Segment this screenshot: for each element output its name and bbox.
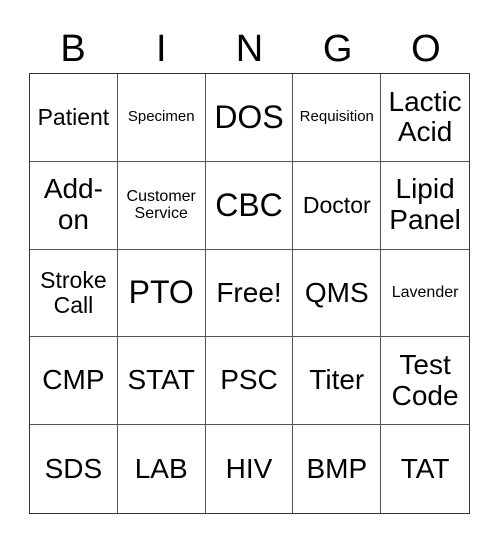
bingo-cell[interactable]: Test Code: [381, 337, 469, 426]
bingo-cell[interactable]: Requisition: [293, 74, 382, 162]
bingo-header: B I N G O: [29, 26, 470, 72]
bingo-cell[interactable]: CBC: [205, 161, 294, 250]
bingo-cell[interactable]: STAT: [117, 337, 206, 426]
bingo-cell[interactable]: LAB: [118, 425, 206, 513]
bingo-cell[interactable]: Lactic Acid: [381, 74, 469, 162]
bingo-cell[interactable]: Customer Service: [117, 161, 206, 250]
header-letter-n: N: [235, 28, 264, 70]
header-letter-i: I: [156, 28, 167, 70]
header-letter-o: O: [411, 28, 441, 70]
bingo-cell[interactable]: BMP: [293, 425, 382, 513]
header-letter-b: B: [60, 28, 86, 70]
bingo-cell[interactable]: PTO: [117, 249, 206, 338]
bingo-cell[interactable]: HIV: [206, 425, 294, 513]
bingo-cell[interactable]: PSC: [205, 337, 294, 426]
bingo-cell[interactable]: DOS: [205, 74, 294, 162]
bingo-cell[interactable]: Lavender: [381, 250, 469, 338]
bingo-cell[interactable]: Stroke Call: [30, 249, 118, 338]
bingo-cell[interactable]: QMS: [293, 249, 382, 338]
bingo-cell[interactable]: CMP: [30, 337, 118, 426]
bingo-cell[interactable]: Titer: [293, 337, 382, 426]
bingo-cell[interactable]: SDS: [30, 425, 118, 513]
bingo-cell[interactable]: Add- on: [30, 161, 118, 250]
bingo-board: Patient Specimen DOS Requisition Lactic …: [29, 73, 470, 514]
bingo-cell[interactable]: Lipid Panel: [381, 162, 469, 250]
bingo-cell[interactable]: Specimen: [117, 74, 206, 162]
free-space-cell[interactable]: Free!: [205, 249, 294, 338]
header-letter-g: G: [322, 28, 353, 70]
bingo-cell[interactable]: TAT: [381, 425, 469, 513]
bingo-cell[interactable]: Doctor: [293, 161, 382, 250]
bingo-cell[interactable]: Patient: [30, 74, 118, 162]
